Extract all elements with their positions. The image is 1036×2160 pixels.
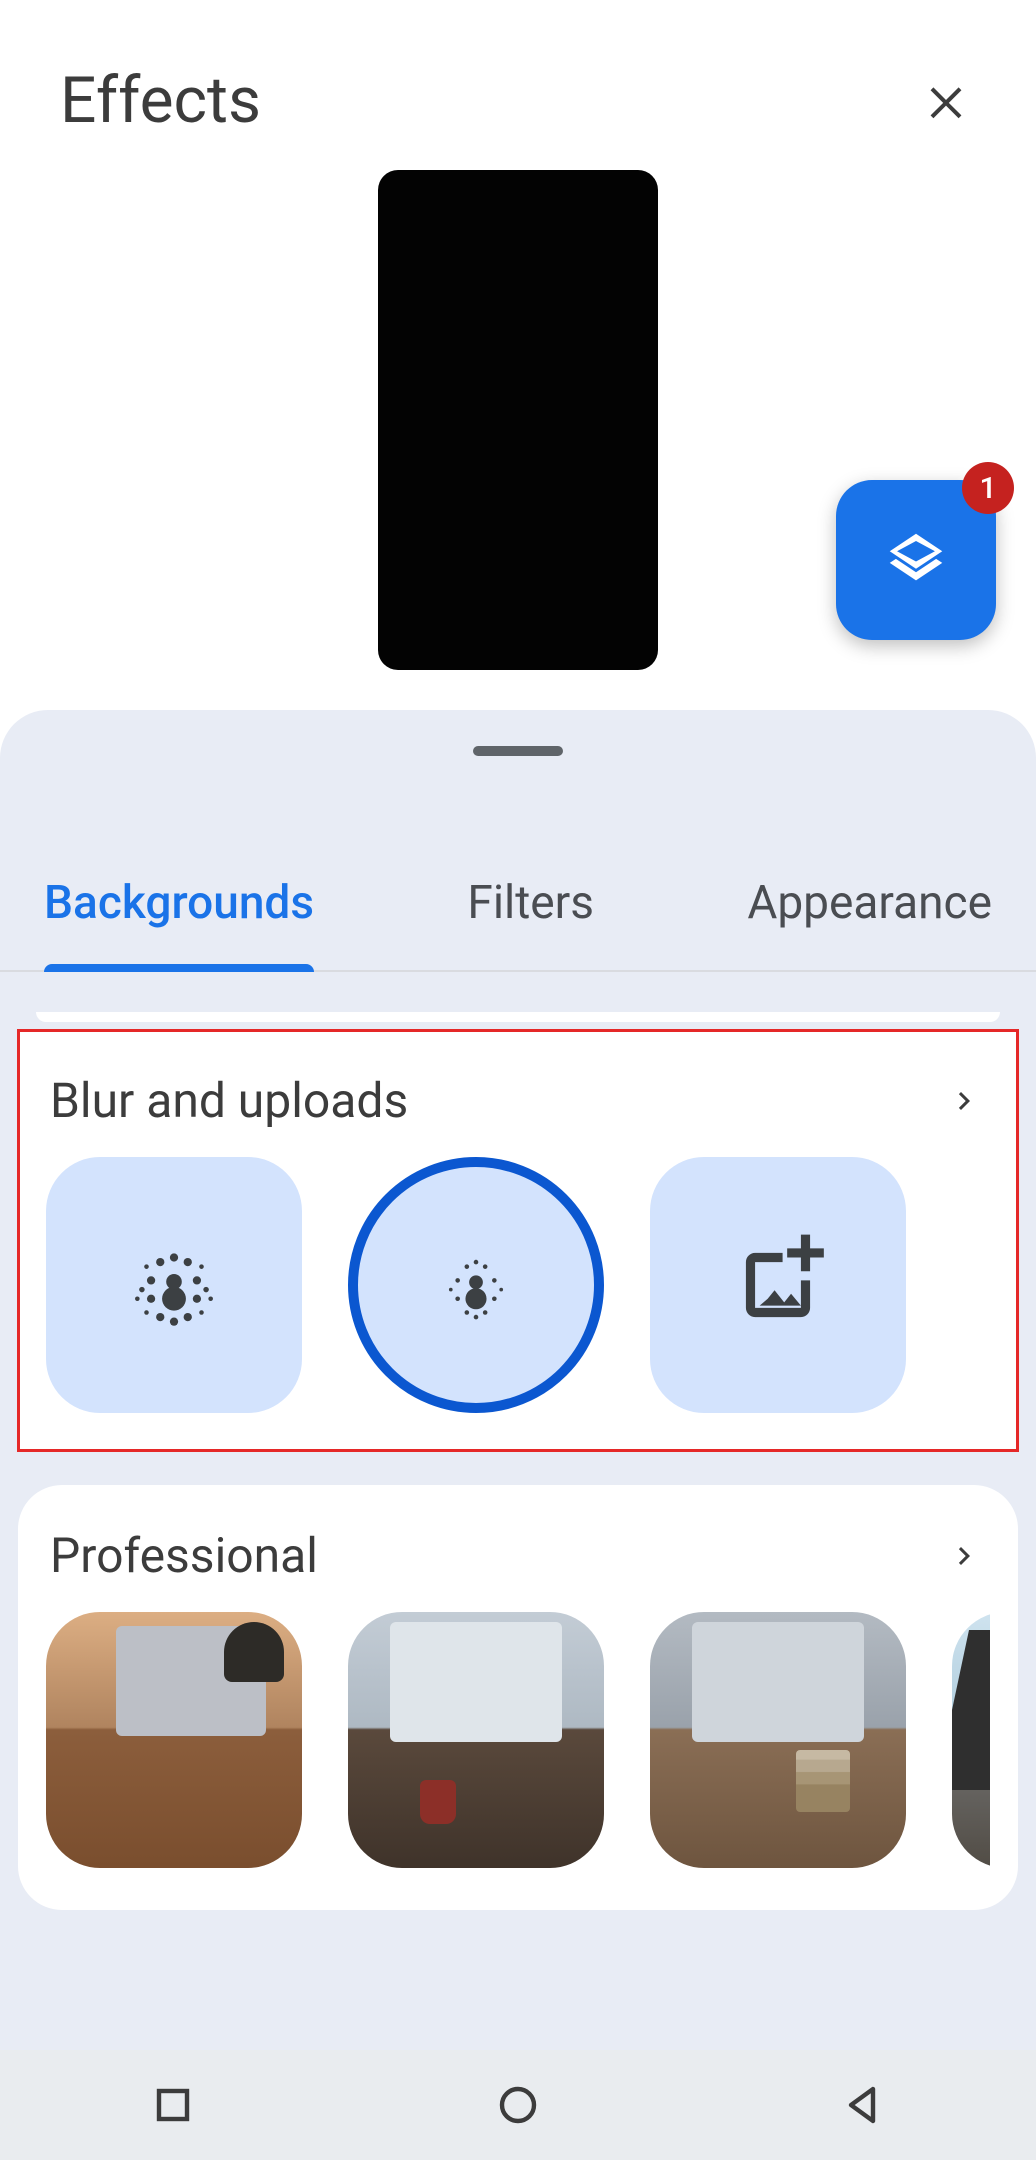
system-navbar (0, 2050, 1036, 2160)
expand-blur-button[interactable] (942, 1079, 986, 1123)
section-blur-uploads: Blur and uploads (18, 1030, 1018, 1451)
upload-image-option[interactable] (650, 1157, 906, 1413)
blur-light-icon (421, 1230, 531, 1340)
triangle-back-icon (839, 2081, 887, 2129)
professional-bg-2[interactable] (348, 1612, 604, 1868)
blur-light-option[interactable] (348, 1157, 604, 1413)
nav-back-button[interactable] (828, 2070, 898, 2140)
effects-badge: 1 (962, 462, 1014, 514)
tabs: Backgrounds Filters Appearance (0, 756, 1036, 972)
section-title-blur: Blur and uploads (50, 1072, 408, 1129)
section-title-professional: Professional (50, 1527, 318, 1584)
circle-icon (494, 2081, 542, 2129)
close-icon (922, 76, 970, 124)
tab-backgrounds[interactable]: Backgrounds (44, 876, 314, 970)
blur-strong-icon (119, 1230, 229, 1340)
sheet-content: Blur and uploads (0, 972, 1036, 1964)
blur-strong-option[interactable] (46, 1157, 302, 1413)
page-title: Effects (60, 63, 261, 138)
effects-layers-button[interactable]: 1 (836, 480, 996, 640)
nav-home-button[interactable] (483, 2070, 553, 2140)
layers-icon (881, 525, 951, 595)
chevron-right-icon (946, 1083, 982, 1119)
preview-area: 1 (0, 160, 1036, 710)
chevron-right-icon (946, 1538, 982, 1574)
tab-appearance[interactable]: Appearance (747, 876, 992, 970)
nav-recent-button[interactable] (138, 2070, 208, 2140)
expand-professional-button[interactable] (942, 1534, 986, 1578)
professional-bg-1[interactable] (46, 1612, 302, 1868)
video-preview (378, 170, 658, 670)
header: Effects (0, 0, 1036, 160)
professional-bg-3[interactable] (650, 1612, 906, 1868)
tab-filters[interactable]: Filters (467, 876, 594, 970)
drag-handle[interactable] (473, 746, 563, 756)
professional-bg-4[interactable] (952, 1612, 990, 1868)
square-icon (149, 2081, 197, 2129)
section-professional: Professional (18, 1485, 1018, 1910)
close-button[interactable] (916, 70, 976, 130)
decorative-strip (36, 1012, 1000, 1022)
add-image-icon (723, 1230, 833, 1340)
bottom-sheet: Backgrounds Filters Appearance Blur and … (0, 710, 1036, 2050)
